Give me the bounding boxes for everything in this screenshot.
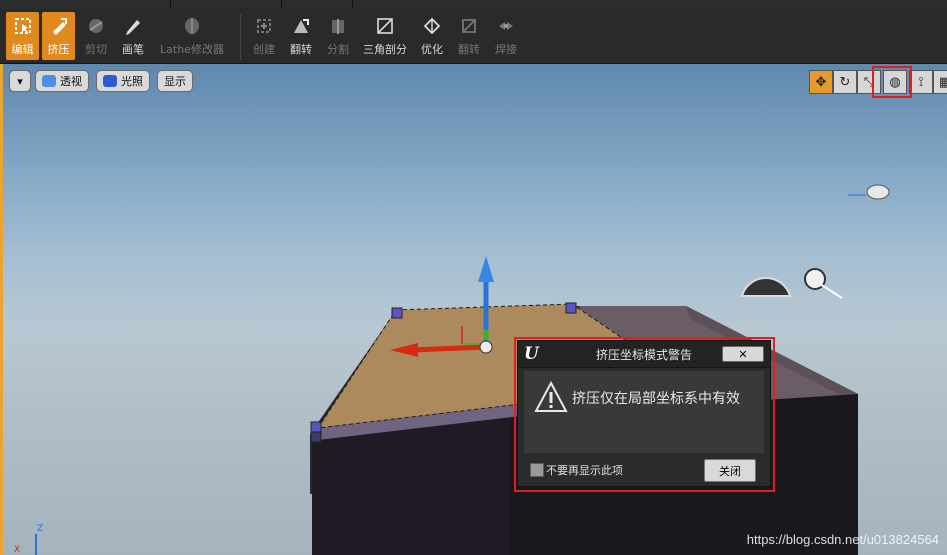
edit-icon [12, 15, 34, 37]
tool-create[interactable]: 创建 [248, 12, 280, 60]
split-icon [327, 15, 349, 37]
tool-pen[interactable]: 画笔 [117, 12, 149, 60]
perspective-label: 透视 [60, 75, 82, 88]
axis-label-z: Z [37, 524, 44, 534]
perspective-icon [42, 75, 56, 87]
dont-show-again-label[interactable]: 不要再显示此项 [546, 462, 623, 478]
tool-triangulate[interactable]: 三角剖分 [360, 12, 410, 60]
directional-light-icon [804, 268, 843, 299]
tool-edit[interactable]: 编辑 [6, 12, 39, 60]
dialog-close-text-button[interactable]: 关闭 [704, 459, 756, 482]
lit-label: 光照 [121, 75, 143, 88]
optimize-icon [421, 15, 443, 37]
pen-icon [122, 15, 144, 37]
close-icon: ✕ [738, 347, 748, 361]
flip-icon [290, 15, 312, 37]
dialog-body: 挤压仅在局部坐标系中有效 [524, 371, 764, 453]
vertex-handle[interactable] [565, 302, 577, 314]
axis-label-x: X [14, 545, 21, 555]
sky-light-icon [740, 277, 792, 297]
dialog-title: 挤压坐标模式警告 [595, 347, 692, 362]
tool-optimize[interactable]: 优化 [416, 12, 448, 60]
tool-lathe[interactable]: Lathe修改器 [156, 12, 228, 60]
unreal-logo-icon: U [524, 344, 539, 364]
cut-icon [85, 15, 107, 37]
lathe-icon [181, 15, 203, 37]
level-viewport[interactable]: Z X ▾ 透视 光照 显示 ✥ ↻ ⤡ ◍ ⟟ ▦ [0, 64, 947, 555]
show-button[interactable]: 显示 [157, 70, 193, 92]
viewport-scene [35, 184, 890, 555]
tool-extrude[interactable]: 挤压 [42, 12, 75, 60]
show-label: 显示 [164, 75, 186, 88]
grid-snap-icon[interactable]: ▦ [933, 70, 947, 94]
viewport-options-menu[interactable]: ▾ [9, 70, 31, 92]
lit-button[interactable]: 光照 [96, 70, 150, 92]
vertex-handle[interactable] [310, 421, 322, 433]
mesh-edit-toolbar: 编辑 挤压 剪切 画笔 Lathe修改器 创建 翻转 分割 三角剖分 优化 翻转… [0, 8, 947, 64]
atmosphere-icon [848, 184, 890, 200]
vertex-handle[interactable] [391, 307, 403, 319]
dialog-close-button[interactable]: ✕ [722, 346, 764, 362]
tool-flip[interactable]: 翻转 [285, 12, 317, 60]
lit-icon [103, 75, 117, 87]
chevron-down-icon: ▾ [17, 74, 23, 88]
tool-weld[interactable]: 焊接 [490, 12, 522, 60]
highlight-box-world-local [872, 66, 912, 98]
perspective-button[interactable]: 透视 [35, 70, 89, 92]
extrude-warning-dialog: 挤压坐标模式警告 U ✕ 挤压仅在局部坐标系中有效 不要再显示此项 关闭 [517, 340, 771, 487]
dont-show-again-checkbox[interactable] [530, 463, 544, 477]
top-tab-strip [0, 0, 947, 8]
weld-icon [495, 15, 517, 37]
flip-disabled-icon [458, 15, 480, 37]
tool-split[interactable]: 分割 [322, 12, 354, 60]
create-icon [253, 15, 275, 37]
watermark-text: https://blog.csdn.net/u013824564 [746, 532, 939, 547]
rotate-icon[interactable]: ↻ [833, 70, 857, 94]
tool-cut[interactable]: 剪切 [80, 12, 112, 60]
tool-flip-disabled[interactable]: 翻转 [453, 12, 485, 60]
vertex-handle[interactable] [310, 431, 322, 443]
warning-icon [534, 381, 568, 412]
surface-snap-icon[interactable]: ⟟ [909, 70, 933, 94]
close-button-label: 关闭 [719, 464, 741, 478]
translate-icon[interactable]: ✥ [809, 70, 833, 94]
extrude-icon [48, 15, 70, 37]
dialog-message: 挤压仅在局部坐标系中有效 [572, 391, 740, 407]
toolbar-separator [240, 14, 241, 60]
triangulate-icon [374, 15, 396, 37]
